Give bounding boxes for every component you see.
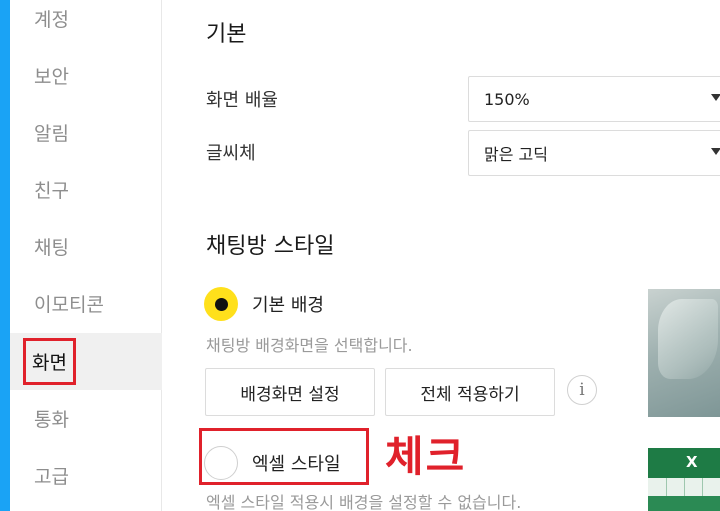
sidebar-item-label: 보안 (34, 66, 69, 88)
default-background-hint: 채팅방 배경화면을 선택합니다. (206, 336, 413, 355)
sidebar-item-label: 이모티콘 (34, 294, 104, 316)
window-edge (0, 0, 10, 511)
sidebar-item-label: 통화 (34, 409, 69, 431)
excel-icon: X (686, 453, 698, 471)
font-select-value: 맑은 고딕 (484, 145, 548, 164)
sidebar-item-label: 고급 (34, 466, 69, 488)
sidebar-item-label: 알림 (34, 123, 69, 145)
radio-default-background[interactable]: 기본 배경 (204, 287, 324, 321)
sidebar-item-label: 화면 (23, 338, 76, 385)
sidebar-item-calls[interactable]: 통화 (10, 390, 162, 447)
section-title-basic: 기본 (206, 22, 247, 47)
settings-sidebar: 계정 보안 알림 친구 채팅 이모티콘 화면 통화 고급 (10, 0, 162, 511)
zoom-select-value: 150% (484, 89, 530, 109)
settings-window: 계정 보안 알림 친구 채팅 이모티콘 화면 통화 고급 기본 화면 배율 15 (0, 0, 720, 511)
zoom-select[interactable]: 150% (468, 76, 720, 122)
excel-style-preview: X (648, 448, 720, 511)
dropdown-arrow-icon (711, 148, 720, 155)
sidebar-item-label: 채팅 (34, 237, 69, 259)
font-label: 글씨체 (206, 143, 256, 164)
dropdown-arrow-icon (711, 94, 720, 101)
sidebar-item-account[interactable]: 계정 (10, 0, 162, 47)
sidebar-item-label: 계정 (34, 9, 69, 31)
sidebar-item-label: 친구 (34, 180, 69, 202)
annotation-check-text: 체크 (385, 432, 467, 481)
annotation-highlight-box (199, 428, 369, 485)
section-title-chatroom-style: 채팅방 스타일 (206, 234, 335, 259)
excel-preview-header: X (648, 448, 720, 478)
sidebar-item-advanced[interactable]: 고급 (10, 447, 162, 504)
radio-checked-icon[interactable] (204, 287, 238, 321)
sidebar-item-display[interactable]: 화면 (10, 333, 162, 390)
zoom-label: 화면 배율 (206, 90, 278, 111)
font-select[interactable]: 맑은 고딕 (468, 130, 720, 176)
excel-style-hint: 엑셀 스타일 적용시 배경을 설정할 수 없습니다. (206, 493, 522, 511)
sidebar-item-emoticons[interactable]: 이모티콘 (10, 275, 162, 332)
sidebar-item-notifications[interactable]: 알림 (10, 104, 162, 161)
radio-label: 기본 배경 (252, 295, 324, 316)
sidebar-item-chat[interactable]: 채팅 (10, 218, 162, 275)
set-wallpaper-button[interactable]: 배경화면 설정 (205, 368, 375, 416)
sidebar-item-security[interactable]: 보안 (10, 47, 162, 104)
excel-preview-band (648, 496, 720, 511)
default-background-preview (648, 289, 720, 417)
settings-content: 기본 화면 배율 150% 글씨체 맑은 고딕 채팅방 스타일 기본 배경 채팅… (163, 0, 720, 511)
info-icon[interactable]: i (567, 375, 597, 405)
apply-all-button[interactable]: 전체 적용하기 (385, 368, 555, 416)
sidebar-item-friends[interactable]: 친구 (10, 161, 162, 218)
